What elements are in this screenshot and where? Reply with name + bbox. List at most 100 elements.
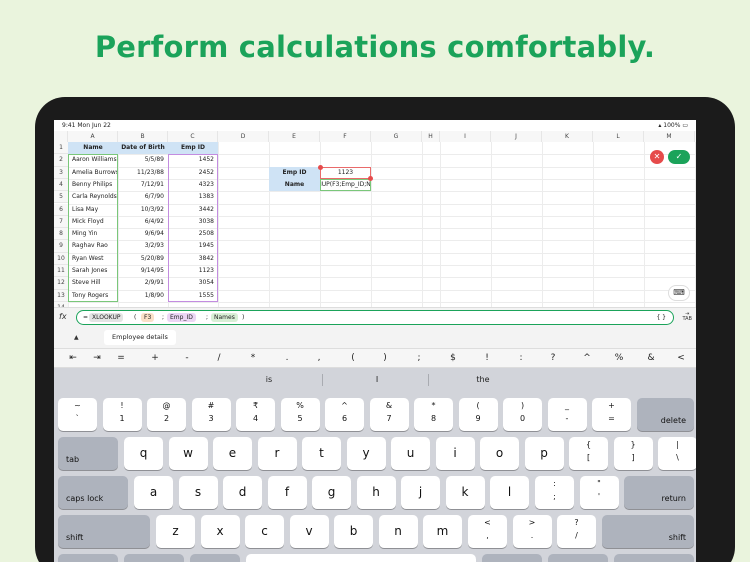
symbol-key[interactable]: ! [472,349,502,368]
confirm-button[interactable]: ✓ [668,150,690,164]
letter-key-j[interactable]: j [401,476,440,509]
column-header-d[interactable]: D [218,131,269,142]
label-emp-id[interactable]: Emp ID [269,166,320,179]
symbol-key[interactable]: ) [370,349,400,368]
cell-date-of-birth[interactable]: 6/7/90 [118,191,168,203]
prediction-1[interactable]: is [214,368,324,392]
column-header-j[interactable]: J [491,131,542,142]
row-header-12[interactable]: 12 [54,277,68,290]
symbol-key[interactable]: " ' [579,476,619,509]
header-name[interactable]: Name [68,142,118,155]
letter-key-g[interactable]: g [312,476,351,509]
header-emp-id[interactable]: Emp ID [168,142,218,155]
symbol-key[interactable]: }] [613,437,653,470]
row-header-7[interactable]: 7 [54,215,68,229]
letter-key-i[interactable]: i [435,437,475,470]
bottom-key[interactable] [614,554,694,562]
symbol-key[interactable]: * [238,349,268,368]
letter-key-k[interactable]: k [445,476,485,509]
symbol-key[interactable]: $ [438,349,468,368]
space-key[interactable] [246,554,476,562]
letter-key-z[interactable]: z [156,515,195,548]
range-handle-top[interactable] [318,164,323,170]
bottom-key[interactable] [58,554,118,562]
keyboard-toggle-icon[interactable]: ⌨ [668,285,690,301]
number-key[interactable]: (9 [458,398,498,431]
row-header-9[interactable]: 9 [54,240,68,253]
formula-arg-emp-id[interactable]: Emp_ID [167,313,196,322]
letter-key-m[interactable]: m [423,515,462,548]
bottom-key[interactable] [548,554,608,562]
number-key[interactable]: % 5 [280,398,320,431]
symbol-key[interactable]: :; [535,476,574,509]
row-header-3[interactable]: 3 [54,166,68,179]
symbol-key[interactable]: ( [338,349,368,368]
cell-date-of-birth[interactable]: 9/6/94 [118,228,168,240]
column-header-c[interactable]: C [168,131,218,142]
column-header-i[interactable]: I [440,131,491,142]
letter-key-a[interactable]: a [134,476,173,509]
symbol-key[interactable]: , [304,349,334,368]
number-key[interactable]: ~ ` [58,398,97,431]
cell-date-of-birth[interactable]: 9/14/95 [118,265,168,277]
prediction-2[interactable]: I [322,368,432,392]
letter-key-c[interactable]: c [245,515,284,548]
cell-date-of-birth[interactable]: 7/12/91 [118,179,168,191]
formula-braces-button[interactable]: { } [653,313,669,322]
symbol-key[interactable]: / [204,349,234,368]
letter-key-l[interactable]: l [490,476,529,509]
letter-key-b[interactable]: b [334,515,373,548]
letter-key-n[interactable]: n [378,515,418,548]
row-header-2[interactable]: 2 [54,154,68,167]
delete-key[interactable]: delete [637,398,694,431]
letter-key-v[interactable]: v [289,515,329,548]
cancel-button[interactable]: ✕ [650,150,664,164]
row-header-8[interactable]: 8 [54,228,68,241]
number-key[interactable]: ) 0 [503,398,542,431]
column-header-m[interactable]: M [644,131,695,142]
column-header-e[interactable]: E [269,131,320,142]
row-header-6[interactable]: 6 [54,203,68,216]
symbol-key[interactable]: < [666,349,696,368]
column-header-k[interactable]: K [542,131,593,142]
number-key[interactable]: ₹4 [236,398,275,431]
symbol-key[interactable]: ; [404,349,434,368]
symbol-key[interactable]: ^ [572,349,602,368]
cell-date-of-birth[interactable]: 5/5/89 [118,154,168,166]
bottom-key[interactable] [124,554,184,562]
range-handle-bottom[interactable] [368,175,373,181]
shift-key-left[interactable]: shift [58,515,150,548]
row-header-5[interactable]: 5 [54,191,68,204]
formula-arg-names[interactable]: Names [211,313,238,322]
row-header-13[interactable]: 13 [54,289,68,302]
number-key[interactable]: * 8 [414,398,453,431]
header-date-of-birth[interactable]: Date of Birth [118,142,168,155]
symbol-key[interactable]: : [506,349,536,368]
number-key[interactable]: #3 [191,398,231,431]
letter-key-t[interactable]: t [302,437,341,470]
caps-lock-key[interactable]: caps lock [58,476,128,509]
cell-date-of-birth[interactable]: 6/4/92 [118,216,168,228]
prediction-3[interactable]: the [428,368,538,392]
symbol-key[interactable]: % [604,349,634,368]
symbol-key[interactable]: - [172,349,202,368]
return-key[interactable]: return [624,476,694,509]
cell-date-of-birth[interactable]: 3/2/93 [118,240,168,252]
bottom-key[interactable] [190,554,240,562]
column-header-n[interactable]: N [695,131,696,142]
cell-date-of-birth[interactable]: 10/3/92 [118,204,168,216]
formula-input[interactable]: = XLOOKUP ( F3 ; Emp_ID ; Names ) { } [76,310,674,325]
letter-key-h[interactable]: h [356,476,396,509]
symbol-key[interactable]: = [106,349,136,368]
cell-date-of-birth[interactable]: 5/20/89 [118,253,168,265]
symbol-key[interactable]: + [140,349,170,368]
symbol-key[interactable]: >. [512,515,552,548]
formula-arg-f3[interactable]: F3 [141,313,155,322]
number-key[interactable]: ! 1 [102,398,142,431]
column-header-h[interactable]: H [422,131,440,142]
letter-key-p[interactable]: p [524,437,564,470]
symbol-key[interactable]: | \ [658,437,696,470]
tab-key[interactable]: tab [58,437,118,470]
cell-date-of-birth[interactable]: 1/8/90 [118,290,168,302]
letter-key-q[interactable]: q [124,437,163,470]
